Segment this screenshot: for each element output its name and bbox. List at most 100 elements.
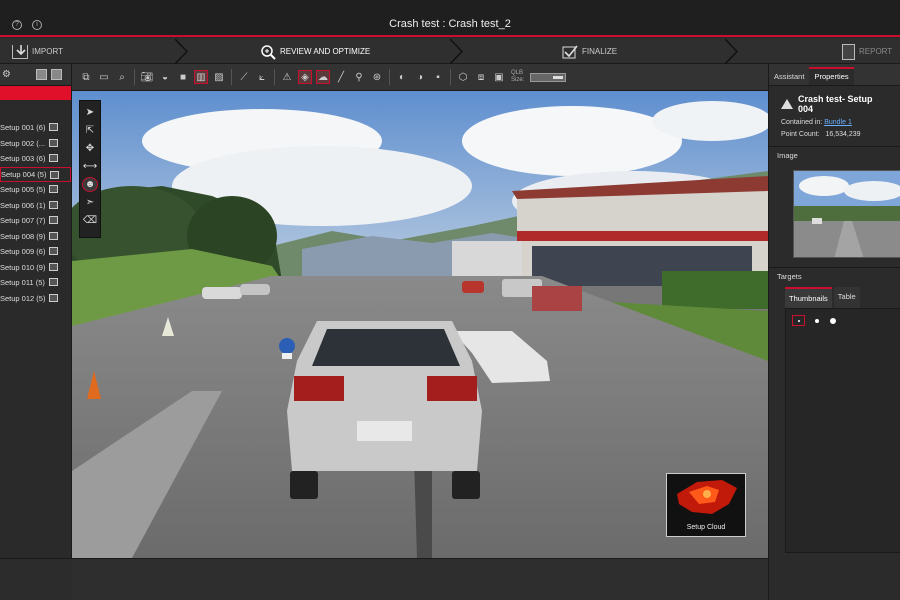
image-icon bbox=[49, 200, 58, 209]
scale-icon[interactable]: ⟀ bbox=[256, 71, 268, 83]
title-bar: ? i Crash test : Crash test_2 bbox=[0, 0, 900, 37]
navigation-toolstrip: ➤ ⇱ ✥ ⟷ ☻ ➣ ⌫ bbox=[79, 100, 101, 238]
image-section-label: Image bbox=[769, 146, 900, 160]
workflow-step-label: REVIEW AND OPTIMIZE bbox=[280, 47, 371, 56]
panorama-viewport[interactable] bbox=[72, 91, 768, 558]
warning-icon[interactable]: ⚠ bbox=[281, 71, 293, 83]
collapse-button[interactable] bbox=[36, 69, 47, 80]
setup-cloud-caption: Setup Cloud bbox=[686, 524, 726, 531]
point-count-label: Point Count: bbox=[781, 131, 820, 138]
tab-thumbnails[interactable]: Thumbnails bbox=[785, 287, 832, 308]
workflow-separator bbox=[450, 39, 464, 64]
setup-cloud-thumbnail[interactable]: Setup Cloud bbox=[666, 473, 746, 537]
eraser-icon[interactable]: ⌫ bbox=[82, 213, 98, 228]
fit-width-icon[interactable]: ⟷ bbox=[82, 159, 98, 174]
image-icon bbox=[50, 170, 59, 179]
large-dot-icon bbox=[829, 317, 836, 324]
tag-icon[interactable]: ◈ bbox=[298, 70, 312, 84]
gear-icon[interactable]: ⚙ bbox=[2, 69, 11, 80]
setup-list-item[interactable]: Setup 011 (5) bbox=[0, 275, 71, 291]
medium-dot-icon bbox=[814, 318, 819, 323]
person-view-icon[interactable]: ☻ bbox=[82, 177, 98, 192]
expand-button[interactable] bbox=[51, 69, 62, 80]
setup-list-item[interactable]: Setup 012 (5) bbox=[0, 291, 71, 307]
tab-table[interactable]: Table bbox=[833, 287, 860, 308]
fit-view-icon[interactable]: ▭ bbox=[98, 71, 110, 83]
viewport-footer bbox=[72, 558, 768, 600]
import-icon bbox=[12, 44, 28, 59]
setup-label: Setup 010 (9) bbox=[0, 262, 46, 272]
bundle-link[interactable]: Bundle 1 bbox=[824, 119, 852, 126]
cloud-display-icon[interactable]: ◒ bbox=[159, 71, 171, 83]
image-view-icon[interactable]: ▨ bbox=[213, 71, 225, 83]
limit-box-m-icon[interactable]: ▣ bbox=[493, 71, 505, 83]
properties-title: Crash test- Setup 004 bbox=[798, 94, 873, 114]
workflow-step-finalize[interactable]: FINALIZE bbox=[562, 39, 617, 64]
location-pin-icon[interactable]: ⚲ bbox=[353, 71, 365, 83]
setup-label: Setup 007 (7) bbox=[0, 216, 46, 226]
properties-header: Crash test- Setup 004 bbox=[769, 86, 900, 114]
viewport-toolbar: ⧉ ▭ ⌕ 📷︎ ◒ ■ ▥ ▨ ⟋ ⟀ ⚠ ◈ ☁ ╱ ⚲ ⊛ ◐ ◑ ▪ ⬡… bbox=[72, 64, 768, 91]
setup-list-item[interactable]: Setup 002 (... bbox=[0, 136, 71, 152]
tab-assistant[interactable]: Assistant bbox=[769, 72, 809, 85]
zoom-extents-icon[interactable]: ⌕ bbox=[116, 71, 128, 83]
limit-box-icon[interactable]: ⧈ bbox=[475, 71, 487, 83]
measure-icon[interactable]: ⟋ bbox=[238, 71, 250, 83]
setup-panel: ⚙ Setup 001 (6) Setup 002 (... Setup 003… bbox=[0, 64, 72, 600]
setup-label: Setup 012 (5) bbox=[0, 293, 46, 303]
setup-list-item-selected[interactable]: Setup 004 (5) bbox=[0, 166, 71, 182]
panorama-preview bbox=[794, 171, 900, 257]
setup-list-item[interactable]: Setup 005 (5) bbox=[0, 182, 71, 198]
workflow-separator bbox=[175, 39, 189, 64]
qlb-size-label: QLB Size: bbox=[511, 70, 525, 83]
panorama-icon[interactable]: ▥ bbox=[194, 70, 208, 84]
workflow-step-label: FINALIZE bbox=[582, 47, 618, 56]
qlb-size-slider[interactable] bbox=[530, 72, 567, 82]
selected-group-bar[interactable] bbox=[0, 86, 71, 100]
cube-view-icon[interactable]: ⬡ bbox=[457, 71, 469, 83]
setup-label: Setup 006 (1) bbox=[0, 200, 46, 210]
color-mode-icon[interactable]: ◑ bbox=[414, 71, 426, 83]
cloud-icon[interactable]: ☁ bbox=[316, 70, 330, 84]
setup-list-item[interactable]: Setup 003 (6) bbox=[0, 151, 71, 167]
image-icon bbox=[49, 154, 58, 162]
medium-thumbnail-button[interactable] bbox=[810, 315, 823, 326]
move-icon[interactable]: ✥ bbox=[82, 141, 98, 156]
select-arrow-icon[interactable]: ➤ bbox=[82, 105, 98, 120]
setup-image-thumbnail[interactable] bbox=[793, 170, 900, 258]
color-palette-icon[interactable]: ◐ bbox=[396, 71, 408, 83]
tab-properties[interactable]: Properties bbox=[809, 67, 854, 85]
image-icon bbox=[49, 185, 58, 193]
multi-select-icon[interactable]: ⇱ bbox=[82, 123, 98, 138]
square-icon[interactable]: ■ bbox=[177, 71, 189, 83]
toolbar-divider bbox=[274, 69, 275, 85]
large-thumbnail-button[interactable] bbox=[826, 315, 839, 326]
setup-list-item[interactable]: Setup 006 (1) bbox=[0, 198, 71, 214]
setup-list-item[interactable]: Setup 010 (9) bbox=[0, 260, 71, 276]
camera-icon[interactable]: 📷︎ bbox=[141, 71, 154, 83]
warning-icon bbox=[781, 99, 793, 109]
setup-list: Setup 001 (6) Setup 002 (... Setup 003 (… bbox=[0, 120, 71, 306]
image-icon bbox=[49, 293, 58, 302]
setup-list-item[interactable]: Setup 009 (6) bbox=[0, 244, 71, 260]
contained-in-row: Contained in: Bundle 1 bbox=[769, 119, 900, 126]
workflow-step-report[interactable]: REPORT bbox=[842, 39, 892, 64]
small-thumbnail-button[interactable] bbox=[792, 315, 805, 326]
workflow-step-label: REPORT bbox=[859, 47, 893, 56]
image-icon bbox=[49, 231, 58, 240]
setup-list-item[interactable]: Setup 008 (9) bbox=[0, 229, 71, 245]
ruler-icon[interactable]: ╱ bbox=[335, 71, 347, 83]
targets-section-label: Targets bbox=[769, 267, 900, 281]
setup-list-item[interactable]: Setup 007 (7) bbox=[0, 213, 71, 229]
finalize-check-icon bbox=[562, 45, 578, 59]
workflow-step-import[interactable]: IMPORT bbox=[12, 39, 63, 64]
workflow-step-review[interactable]: REVIEW AND OPTIMIZE bbox=[260, 39, 370, 64]
setup-list-item[interactable]: Setup 001 (6) bbox=[0, 120, 71, 136]
target-icon[interactable]: ⊛ bbox=[371, 71, 383, 83]
display-box-icon[interactable]: ▪ bbox=[432, 71, 444, 83]
fly-icon[interactable]: ➣ bbox=[82, 195, 98, 210]
copy-icon[interactable]: ⧉ bbox=[80, 71, 92, 83]
toolbar-divider bbox=[389, 69, 390, 85]
setup-label: Setup 003 (6) bbox=[0, 154, 46, 164]
image-icon bbox=[49, 262, 58, 271]
